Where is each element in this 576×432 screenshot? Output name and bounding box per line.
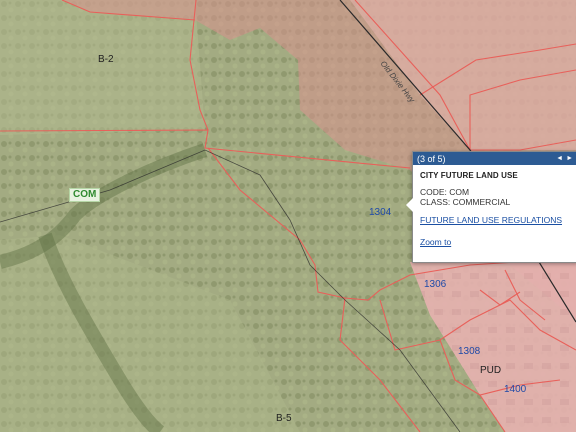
zone-label-com: COM bbox=[69, 188, 101, 202]
parcel-label-1308: 1308 bbox=[458, 346, 481, 357]
popup-header: (3 of 5) ◄ ► bbox=[413, 152, 576, 165]
popup-title: CITY FUTURE LAND USE bbox=[420, 171, 518, 180]
parcel-label-1400: 1400 bbox=[504, 384, 527, 395]
popup-body: CITY FUTURE LAND USE CODE: COM CLASS: CO… bbox=[413, 165, 576, 247]
zone-label-b5: B-5 bbox=[276, 413, 292, 424]
prev-result-button[interactable]: ◄ bbox=[556, 155, 563, 162]
next-result-button[interactable]: ► bbox=[566, 155, 573, 162]
attribute-code: CODE: COM bbox=[420, 187, 470, 197]
identify-popup: (3 of 5) ◄ ► CITY FUTURE LAND USE CODE: … bbox=[406, 151, 576, 263]
popup-pointer bbox=[406, 198, 413, 212]
land-use-regulations-link[interactable]: FUTURE LAND USE REGULATIONS bbox=[420, 215, 570, 225]
zone-label-b2: B-2 bbox=[98, 54, 114, 65]
zone-label-pud: PUD bbox=[480, 365, 502, 376]
parcel-label-1304: 1304 bbox=[369, 207, 392, 218]
popup-counter: (3 of 5) bbox=[417, 153, 446, 164]
zoom-to-link[interactable]: Zoom to bbox=[420, 237, 570, 247]
parcel-label-1306: 1306 bbox=[424, 279, 447, 290]
cleared-area-west bbox=[0, 0, 205, 135]
popup-nav: ◄ ► bbox=[556, 155, 573, 162]
attribute-class: CLASS: COMMERCIAL bbox=[420, 197, 511, 207]
